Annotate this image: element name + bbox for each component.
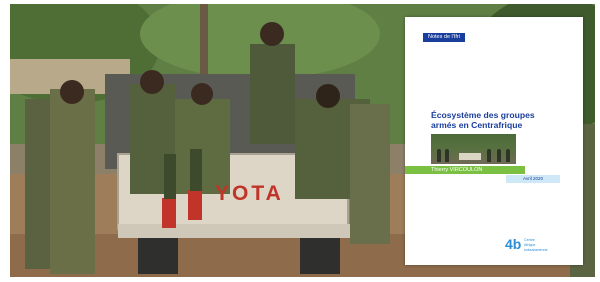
thumbnail-figure — [437, 149, 441, 162]
thumbnail-figure — [445, 149, 449, 162]
author-name: Thierry VIRCOULON — [405, 166, 525, 174]
series-label: Notes de l'Ifri — [423, 33, 465, 42]
publication-date: Avril 2020 — [506, 175, 560, 183]
logo-text-line: Afrique — [524, 243, 536, 247]
thumbnail-figure — [506, 149, 510, 162]
ifri-center-logo: 4b Centre Afrique subsaharienne — [505, 233, 565, 255]
thumbnail-truck — [459, 153, 481, 160]
cover-title-line: armés en Centrafrique — [431, 120, 523, 130]
cover-thumbnail-photo — [431, 134, 516, 164]
logo-text-line: Centre — [524, 238, 535, 242]
truck-tailgate-brand: YOTA — [215, 182, 284, 205]
logo-mark: 4b — [505, 236, 522, 252]
report-cover[interactable]: Notes de l'Ifri Écosystème des groupes a… — [405, 17, 583, 265]
thumbnail-figure — [487, 149, 491, 162]
thumbnail-figure — [497, 149, 501, 162]
logo-text-line: subsaharienne — [524, 248, 548, 252]
cover-title: Écosystème des groupes armés en Centrafr… — [431, 110, 571, 130]
cover-title-line: Écosystème des groupes — [431, 110, 535, 120]
news-photo: YOTA Notes de l'Ifri Écosystème des grou… — [10, 4, 595, 277]
